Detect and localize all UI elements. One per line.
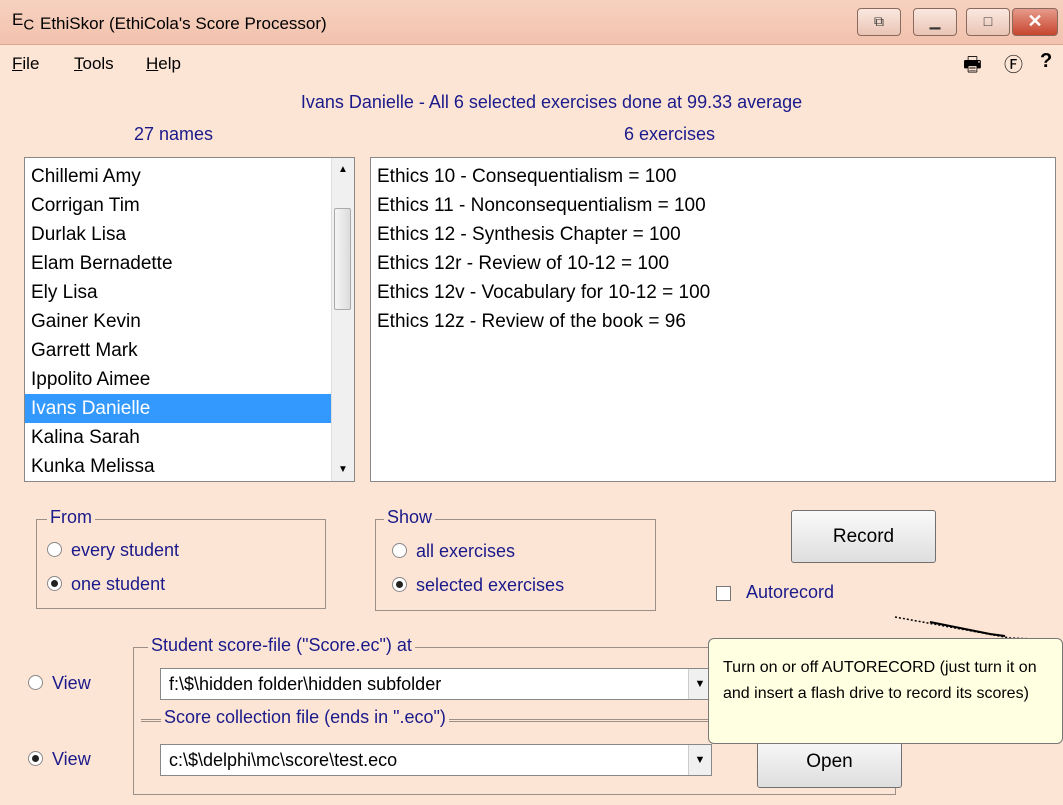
radio-dot: [47, 541, 62, 557]
scroll-thumb[interactable]: [334, 208, 351, 310]
record-button[interactable]: Record: [791, 510, 936, 563]
scroll-up-icon[interactable]: ▲: [332, 164, 354, 175]
from-legend: From: [47, 507, 95, 528]
restore-window-button[interactable]: ⧉: [857, 8, 901, 36]
dropdown-arrow-icon[interactable]: ▼: [688, 745, 711, 775]
minimize-button[interactable]: ▁: [913, 8, 957, 36]
exercise-list-item[interactable]: Ethics 12 - Synthesis Chapter = 100: [371, 220, 1055, 249]
exercise-list-item[interactable]: Ethics 11 - Nonconsequentialism = 100: [371, 191, 1055, 220]
name-list-item[interactable]: Ippolito Aimee: [25, 365, 332, 394]
name-list-item[interactable]: Kunka Melissa: [25, 452, 332, 481]
radio-every-student[interactable]: every student: [47, 540, 179, 561]
name-list-item[interactable]: Ely Lisa: [25, 278, 332, 307]
close-button[interactable]: ✕: [1012, 8, 1058, 36]
score-file-path-combo[interactable]: f:\$\hidden folder\hidden subfolder ▼: [160, 668, 712, 700]
radio-view-collection-file[interactable]: View: [28, 749, 91, 770]
radio-dot: [28, 674, 43, 690]
exercise-list-item[interactable]: Ethics 12z - Review of the book = 96: [371, 307, 1055, 336]
name-list-item[interactable]: Gainer Kevin: [25, 307, 332, 336]
names-list[interactable]: Chillemi Amy Corrigan Tim Durlak Lisa Elam …: [24, 157, 355, 482]
name-list-item[interactable]: Kalina Sarah: [25, 423, 332, 452]
scroll-down-icon[interactable]: ▼: [332, 464, 354, 475]
radio-dot-selected: [392, 576, 407, 592]
name-list-item[interactable]: Durlak Lisa: [25, 220, 332, 249]
window-title: EthiSkor (EthiCola's Score Processor): [40, 14, 327, 33]
score-file-path: f:\$\hidden folder\hidden subfolder: [169, 674, 442, 694]
name-list-item[interactable]: Elam Bernadette: [25, 249, 332, 278]
radio-selected-exercises[interactable]: selected exercises: [392, 575, 564, 596]
menu-bar: File Tools Help 🖶 Ⓕ ?: [0, 46, 1063, 80]
show-legend: Show: [384, 507, 436, 528]
menu-help[interactable]: Help: [146, 54, 181, 74]
menu-file[interactable]: File: [12, 54, 39, 74]
name-list-item[interactable]: Ivans Danielle: [25, 394, 332, 423]
name-list-item[interactable]: Corrigan Tim: [25, 191, 332, 220]
from-group: From every student one student: [36, 507, 326, 609]
radio-view-score-file[interactable]: View: [28, 673, 91, 694]
show-group: Show all exercises selected exercises: [375, 507, 656, 611]
score-file-legend: Student score-file ("Score.ec") at: [148, 635, 415, 656]
names-count: 27 names: [134, 124, 214, 144]
f-circle-icon[interactable]: Ⓕ: [1004, 50, 1023, 77]
maximize-button[interactable]: □: [966, 8, 1010, 36]
help-icon[interactable]: ?: [1040, 50, 1052, 73]
radio-dot-selected: [28, 750, 43, 766]
collection-file-path: c:\$\delphi\mc\score\test.eco: [169, 750, 398, 770]
exercise-list-item[interactable]: Ethics 10 - Consequentialism = 100: [371, 162, 1055, 191]
print-icon[interactable]: 🖶: [963, 50, 982, 84]
app-icon: EC: [12, 10, 35, 34]
menu-tools[interactable]: Tools: [74, 54, 114, 74]
exercises-list[interactable]: Ethics 10 - Consequentialism = 100 Ethics…: [370, 157, 1056, 482]
exercises-count: 6 exercises: [624, 124, 716, 144]
radio-dot: [392, 542, 407, 558]
radio-all-exercises[interactable]: all exercises: [392, 541, 515, 562]
name-list-item[interactable]: Chillemi Amy: [25, 162, 332, 191]
radio-one-student[interactable]: one student: [47, 574, 165, 595]
radio-dot-selected: [47, 575, 62, 591]
exercise-list-item[interactable]: Ethics 12r - Review of 10-12 = 100: [371, 249, 1055, 278]
collection-file-legend: Score collection file (ends in ".eco"): [161, 707, 449, 728]
autorecord-tooltip: Turn on or off AUTORECORD (just turn it …: [708, 638, 1063, 744]
title-bar: EC EthiSkor (EthiCola's Score Processor)…: [0, 0, 1063, 45]
names-scrollbar[interactable]: ▲ ▼: [331, 158, 354, 481]
collection-file-path-combo[interactable]: c:\$\delphi\mc\score\test.eco ▼: [160, 744, 712, 776]
autorecord-checkbox[interactable]: [716, 586, 731, 601]
status-line: Ivans Danielle - All 6 selected exercise…: [300, 92, 803, 112]
autorecord-label[interactable]: Autorecord: [746, 582, 834, 603]
exercise-list-item[interactable]: Ethics 12v - Vocabulary for 10-12 = 100: [371, 278, 1055, 307]
name-list-item[interactable]: Garrett Mark: [25, 336, 332, 365]
